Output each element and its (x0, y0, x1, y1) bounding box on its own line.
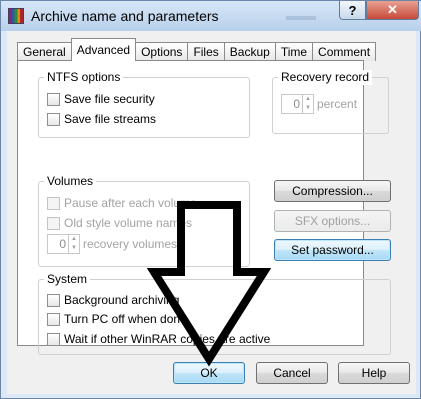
sfx-options-button: SFX options... (274, 210, 391, 232)
tab-general[interactable]: General (17, 42, 72, 61)
spin-arrows-icon[interactable]: ▲ ▼ (302, 95, 313, 113)
ok-button[interactable]: OK (173, 362, 245, 384)
tab-advanced[interactable]: Advanced (70, 38, 137, 61)
old-style-names-label: Old style volume names (64, 216, 193, 230)
ntfs-options-group: NTFS options Save file security Save fil… (38, 70, 250, 138)
dialog-body: General Advanced Options Files Backup Ti… (7, 31, 416, 394)
recovery-record-unit: percent (317, 97, 358, 111)
compression-button[interactable]: Compression... (274, 180, 391, 202)
volumes-group: Volumes Pause after each volume Old styl… (38, 174, 250, 267)
recovery-record-title: Recovery record (278, 70, 373, 85)
pause-volume-label: Pause after each volume (64, 196, 197, 210)
cancel-button[interactable]: Cancel (256, 362, 328, 384)
window-title: Archive name and parameters (31, 8, 219, 24)
background-archiving-checkbox[interactable] (47, 293, 60, 307)
recovery-volumes-row: 0 ▲ ▼ recovery volumes (47, 234, 178, 254)
save-streams-label: Save file streams (64, 112, 157, 126)
old-style-names-checkbox (47, 216, 60, 230)
save-streams-option[interactable]: Save file streams (47, 111, 156, 127)
pause-volume-checkbox (47, 196, 60, 210)
recovery-volumes-label: recovery volumes (83, 237, 178, 251)
ntfs-options-title: NTFS options (44, 70, 124, 85)
volumes-title: Volumes (44, 174, 97, 189)
archive-parameters-window: Archive name and parameters ? ✕ General … (0, 0, 421, 399)
save-security-checkbox[interactable] (47, 92, 60, 106)
turn-off-option[interactable]: Turn PC off when done (47, 311, 187, 327)
tab-comment[interactable]: Comment (312, 42, 377, 61)
recovery-record-row: 0 ▲ ▼ percent (281, 94, 358, 114)
tab-time[interactable]: Time (274, 42, 314, 61)
advanced-panel: NTFS options Save file security Save fil… (17, 60, 391, 355)
wait-for-copies-option[interactable]: Wait if other WinRAR copies are active (47, 331, 270, 347)
pause-volume-option: Pause after each volume (47, 195, 197, 211)
tab-backup[interactable]: Backup (223, 42, 276, 61)
save-streams-checkbox[interactable] (47, 112, 60, 126)
recovery-volumes-value: 0 (59, 237, 66, 251)
recovery-record-value: 0 (293, 97, 300, 111)
help-button[interactable]: Help (338, 362, 410, 384)
tab-strip: General Advanced Options Files Backup Ti… (17, 38, 377, 61)
old-style-names-option: Old style volume names (47, 215, 192, 231)
title-bar[interactable]: Archive name and parameters ? ✕ (1, 1, 421, 31)
title-bar-highlight (286, 16, 316, 20)
recovery-volumes-spin-icon: ▲ ▼ (68, 235, 79, 253)
winrar-icon (8, 8, 24, 24)
background-archiving-label: Background archiving (64, 293, 180, 307)
recovery-record-group: Recovery record 0 ▲ ▼ percent (272, 70, 389, 134)
background-archiving-option[interactable]: Background archiving (47, 292, 179, 308)
save-security-option[interactable]: Save file security (47, 91, 155, 107)
turn-off-checkbox[interactable] (47, 312, 60, 326)
system-group: System Background archiving Turn PC off … (38, 272, 391, 355)
tab-files[interactable]: Files (187, 42, 225, 61)
wait-for-copies-checkbox[interactable] (47, 332, 60, 346)
wait-for-copies-label: Wait if other WinRAR copies are active (64, 332, 271, 346)
tab-options[interactable]: Options (135, 42, 189, 61)
close-button[interactable]: ✕ (366, 1, 419, 20)
recovery-record-spinbox[interactable]: 0 ▲ ▼ (281, 94, 314, 114)
turn-off-label: Turn PC off when done (64, 312, 187, 326)
system-title: System (44, 272, 91, 287)
help-title-button[interactable]: ? (339, 1, 366, 20)
set-password-button[interactable]: Set password... (274, 239, 391, 261)
save-security-label: Save file security (64, 92, 155, 106)
recovery-volumes-spinbox: 0 ▲ ▼ (47, 234, 80, 254)
